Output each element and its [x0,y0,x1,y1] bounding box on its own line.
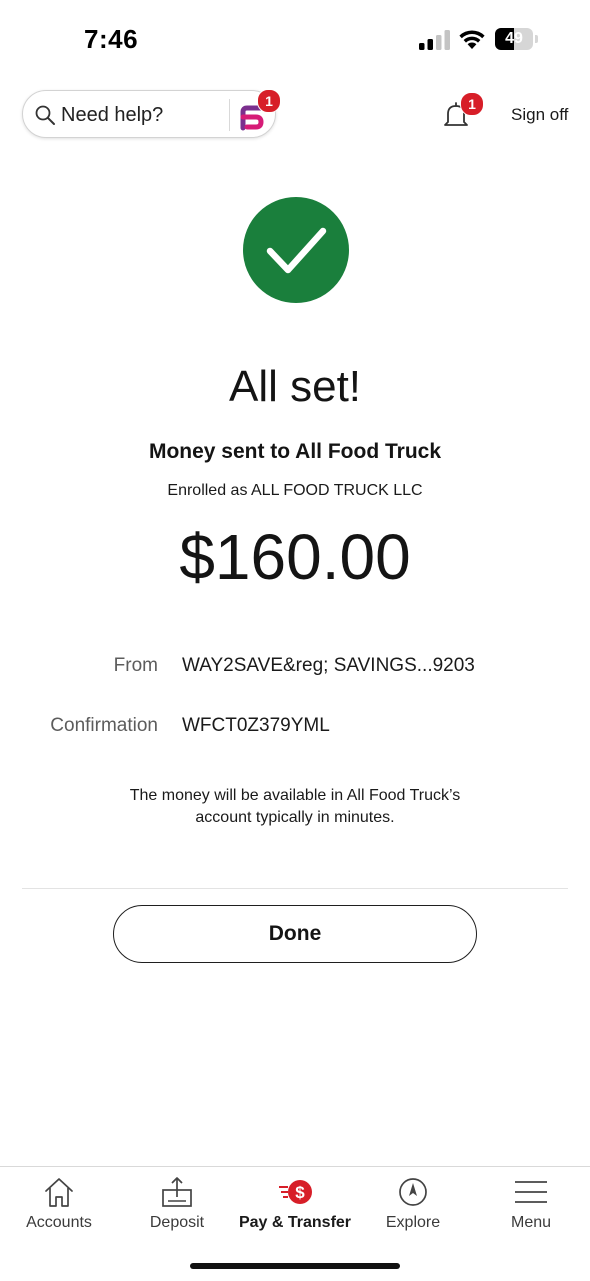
detail-row-confirmation: Confirmation WFCT0Z379YML [0,715,590,745]
from-account-value: WAY2SAVE&reg; SAVINGS...9203 [182,655,475,676]
confirmation-headline: All set! [228,362,362,411]
svg-text:$: $ [295,1183,305,1202]
nav-label: Menu [510,1214,552,1231]
help-placeholder: Need help? [61,104,164,126]
section-divider [22,888,568,889]
nav-label: Deposit [149,1214,205,1231]
nav-item-accounts[interactable]: Accounts [0,1167,118,1247]
search-icon [35,105,55,125]
availability-note: The money will be available in All Food … [129,787,461,826]
success-check-icon [243,197,349,303]
battery-icon: 49 [495,28,539,50]
nav-label: Explore [385,1214,441,1231]
status-time: 7:46 [84,24,139,54]
confirmation-number-value: WFCT0Z379YML [182,715,330,736]
nav-item-explore[interactable]: Explore [354,1167,472,1247]
enrolled-name: Enrolled as ALL FOOD TRUCK LLC [167,482,423,499]
nav-item-deposit[interactable]: Deposit [118,1167,236,1247]
deposit-icon [162,1177,192,1207]
status-bar: 7:46 49 [0,0,590,80]
nav-label: Accounts [26,1214,92,1231]
compass-icon [399,1178,427,1206]
recipient-title: Money sent to All Food Truck [148,440,442,463]
home-icon [45,1178,73,1207]
cellular-signal-icon [419,30,450,50]
sign-off-button[interactable]: Sign off [511,105,568,125]
nav-item-pay-transfer[interactable]: $ Pay & Transfer [236,1167,354,1247]
nav-item-menu[interactable]: Menu [472,1167,590,1247]
done-button[interactable]: Done [113,905,477,963]
battery-level: 49 [505,30,523,47]
wifi-icon [459,30,485,49]
help-search-button[interactable]: Need help? 1 [22,89,281,138]
menu-icon [515,1181,547,1203]
detail-label: From [113,655,158,676]
pay-transfer-icon: $ [279,1180,312,1204]
assistant-badge: 1 [257,89,281,113]
help-divider [229,99,230,131]
detail-row-from: From WAY2SAVE&reg; SAVINGS...9203 [0,655,590,685]
sent-amount: $160.00 [179,521,411,593]
notifications-button[interactable]: 1 [440,92,484,132]
nav-label: Pay & Transfer [238,1214,352,1231]
home-indicator[interactable] [190,1263,400,1269]
notification-badge: 1 [460,92,484,116]
detail-label: Confirmation [50,715,158,736]
